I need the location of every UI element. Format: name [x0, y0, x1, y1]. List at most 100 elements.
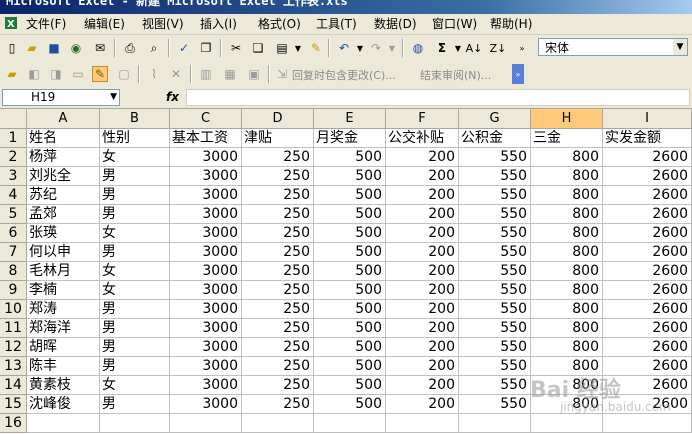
table-cell[interactable]: 800 — [531, 300, 603, 319]
menu-tools[interactable]: 工具(T) — [316, 16, 357, 32]
table-cell[interactable]: 男 — [100, 186, 170, 205]
table-cell[interactable]: 2600 — [603, 338, 692, 357]
table-cell[interactable]: 550 — [459, 300, 531, 319]
table-cell[interactable]: 800 — [531, 319, 603, 338]
table-cell[interactable]: 男 — [100, 167, 170, 186]
header-cell[interactable]: 公交补贴 — [386, 129, 459, 148]
table-cell[interactable]: 250 — [242, 357, 314, 376]
excel-app-icon[interactable]: X — [4, 16, 18, 30]
table-cell[interactable]: 500 — [314, 338, 386, 357]
table-cell[interactable]: 250 — [242, 167, 314, 186]
table-cell[interactable]: 250 — [242, 243, 314, 262]
cut-icon[interactable]: ✂ — [228, 40, 244, 56]
table-cell[interactable]: 500 — [314, 395, 386, 414]
menu-view[interactable]: 视图(V) — [142, 16, 184, 32]
table-cell[interactable] — [531, 414, 603, 433]
header-cell[interactable]: 性别 — [100, 129, 170, 148]
menu-edit[interactable]: 编辑(E) — [84, 16, 125, 32]
table-cell[interactable]: 550 — [459, 376, 531, 395]
redo-icon[interactable]: ↷ — [368, 40, 384, 56]
row-header-4[interactable]: 4 — [0, 186, 27, 205]
table-cell[interactable]: 550 — [459, 338, 531, 357]
toolbar-options-icon[interactable]: » — [516, 38, 528, 58]
table-cell[interactable]: 3000 — [170, 281, 242, 300]
redo-dropdown-icon[interactable]: ▼ — [384, 40, 400, 56]
table-cell[interactable]: 800 — [531, 224, 603, 243]
paste-dropdown-icon[interactable]: ▼ — [290, 40, 306, 56]
table-cell[interactable]: 800 — [531, 281, 603, 300]
row-header-1[interactable]: 1 — [0, 129, 27, 148]
column-header-b[interactable]: B — [100, 109, 170, 129]
menu-file[interactable]: 文件(F) — [26, 16, 66, 32]
table-cell[interactable]: 550 — [459, 319, 531, 338]
table-cell[interactable] — [170, 414, 242, 433]
header-cell[interactable]: 姓名 — [27, 129, 100, 148]
table-cell[interactable]: 250 — [242, 300, 314, 319]
row-header-2[interactable]: 2 — [0, 148, 27, 167]
column-header-i[interactable]: I — [603, 109, 692, 129]
next-comment-icon[interactable]: ◨ — [48, 66, 64, 82]
table-cell[interactable] — [27, 414, 100, 433]
table-cell[interactable]: 500 — [314, 186, 386, 205]
print-preview-icon[interactable]: ⌕ — [146, 40, 162, 56]
table-cell[interactable]: 500 — [314, 357, 386, 376]
header-cell[interactable]: 津贴 — [242, 129, 314, 148]
table-cell[interactable]: 何以申 — [27, 243, 100, 262]
spelling-icon[interactable]: ✓ — [176, 40, 192, 56]
reviewing-pane-icon[interactable]: ▣ — [246, 66, 262, 82]
show-comment-icon[interactable]: ▭ — [70, 66, 86, 82]
insert-function-icon[interactable]: fx — [166, 90, 179, 104]
paste-icon[interactable]: ▤ — [274, 40, 290, 56]
column-header-h[interactable]: H — [531, 109, 603, 129]
table-cell[interactable]: 200 — [386, 167, 459, 186]
reply-with-changes-icon[interactable]: ⇲ — [274, 66, 290, 82]
table-cell[interactable] — [603, 414, 692, 433]
table-cell[interactable]: 郑海洋 — [27, 319, 100, 338]
table-cell[interactable]: 男 — [100, 319, 170, 338]
table-cell[interactable]: 3000 — [170, 167, 242, 186]
row-header-10[interactable]: 10 — [0, 300, 27, 319]
table-cell[interactable] — [314, 414, 386, 433]
table-cell[interactable]: 800 — [531, 262, 603, 281]
table-cell[interactable]: 250 — [242, 224, 314, 243]
table-cell[interactable]: 200 — [386, 262, 459, 281]
table-cell[interactable]: 200 — [386, 243, 459, 262]
table-cell[interactable]: 200 — [386, 224, 459, 243]
table-cell[interactable]: 250 — [242, 281, 314, 300]
table-cell[interactable]: 200 — [386, 148, 459, 167]
sort-descending-icon[interactable]: Z↓ — [490, 40, 507, 56]
row-header-15[interactable]: 15 — [0, 395, 27, 414]
table-cell[interactable]: 女 — [100, 262, 170, 281]
menu-format[interactable]: 格式(O) — [258, 16, 301, 32]
header-cell[interactable]: 公积金 — [459, 129, 531, 148]
header-cell[interactable]: 三金 — [531, 129, 603, 148]
table-cell[interactable]: 2600 — [603, 243, 692, 262]
end-review-button[interactable]: 结束审阅(N)... — [420, 67, 491, 83]
table-cell[interactable]: 3000 — [170, 338, 242, 357]
table-cell[interactable]: 胡晖 — [27, 338, 100, 357]
table-cell[interactable]: 550 — [459, 148, 531, 167]
table-cell[interactable]: 250 — [242, 395, 314, 414]
font-name-combobox[interactable]: 宋体 ▼ — [538, 38, 688, 56]
table-cell[interactable]: 3000 — [170, 319, 242, 338]
table-cell[interactable]: 女 — [100, 148, 170, 167]
table-cell[interactable]: 200 — [386, 319, 459, 338]
table-cell[interactable]: 500 — [314, 243, 386, 262]
table-cell[interactable]: 500 — [314, 319, 386, 338]
table-cell[interactable]: 3000 — [170, 148, 242, 167]
column-header-e[interactable]: E — [314, 109, 386, 129]
table-cell[interactable]: 550 — [459, 224, 531, 243]
table-cell[interactable]: 苏纪 — [27, 186, 100, 205]
sort-ascending-icon[interactable]: A↓ — [466, 40, 483, 56]
open-folder-icon[interactable]: ▰ — [24, 40, 40, 56]
table-cell[interactable]: 500 — [314, 281, 386, 300]
folder-icon[interactable]: ▰ — [4, 66, 20, 82]
permission-icon[interactable]: ◉ — [68, 40, 84, 56]
row-header-14[interactable]: 14 — [0, 376, 27, 395]
table-cell[interactable]: 550 — [459, 281, 531, 300]
row-header-5[interactable]: 5 — [0, 205, 27, 224]
table-cell[interactable]: 250 — [242, 338, 314, 357]
email-icon[interactable]: ✉ — [92, 40, 108, 56]
table-cell[interactable] — [459, 414, 531, 433]
table-cell[interactable]: 3000 — [170, 357, 242, 376]
